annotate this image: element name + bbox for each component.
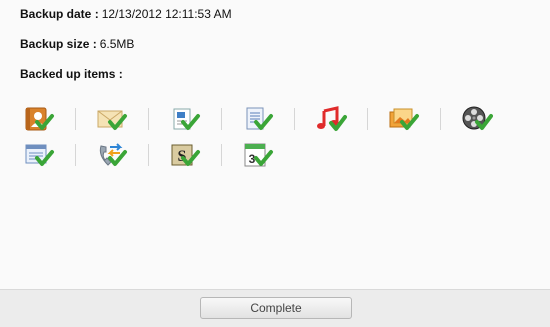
icon-separator bbox=[440, 108, 441, 130]
backup-date-value: 12/13/2012 12:11:53 AM bbox=[101, 7, 232, 21]
backup-date-label: Backup date : bbox=[20, 7, 99, 21]
icons-row-1 bbox=[20, 103, 540, 135]
backed-up-items-row: Backed up items : bbox=[20, 67, 123, 81]
icon-separator bbox=[148, 144, 149, 166]
backup-size-label: Backup size : bbox=[20, 37, 97, 51]
backup-size-value: 6.5MB bbox=[99, 37, 135, 51]
icon-separator bbox=[367, 108, 368, 130]
icons-row-2: S 3 bbox=[20, 139, 540, 171]
call-forwarding-icon bbox=[93, 139, 131, 171]
icon-separator bbox=[75, 144, 76, 166]
documents-icon bbox=[20, 139, 58, 171]
notes-icon bbox=[239, 103, 277, 135]
icon-separator bbox=[221, 144, 222, 166]
backup-date-row: Backup date :12/13/2012 12:11:53 AM bbox=[20, 7, 232, 21]
apps-icon: S bbox=[166, 139, 204, 171]
icon-separator bbox=[294, 108, 295, 130]
footer-bar: Complete bbox=[0, 289, 550, 327]
messages-icon bbox=[93, 103, 131, 135]
icon-separator bbox=[75, 108, 76, 130]
backed-up-items-label: Backed up items : bbox=[20, 67, 123, 81]
icon-separator bbox=[148, 108, 149, 130]
calendar-icon: 3 bbox=[239, 139, 277, 171]
music-icon bbox=[312, 103, 350, 135]
backup-size-row: Backup size :6.5MB bbox=[20, 37, 134, 51]
videos-icon bbox=[458, 103, 496, 135]
photos-icon bbox=[385, 103, 423, 135]
complete-button[interactable]: Complete bbox=[200, 297, 352, 319]
backed-up-items-grid: S 3 bbox=[20, 103, 540, 175]
call-logs-icon bbox=[166, 103, 204, 135]
icon-separator bbox=[221, 108, 222, 130]
contacts-icon bbox=[20, 103, 58, 135]
